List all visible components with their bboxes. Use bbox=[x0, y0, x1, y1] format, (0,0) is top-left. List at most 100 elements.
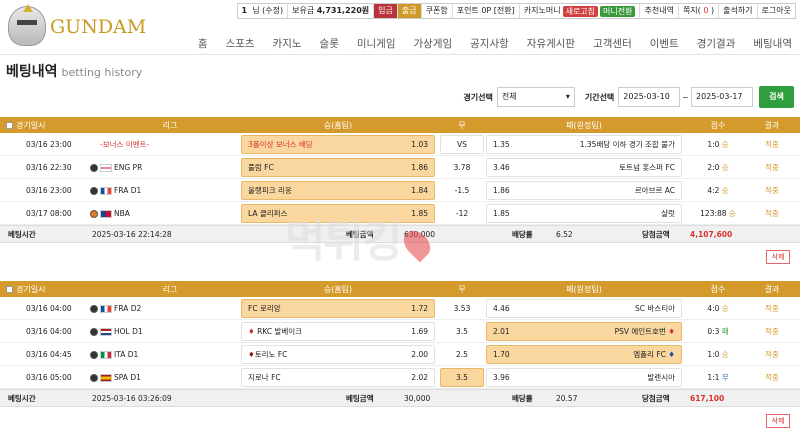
nav-results[interactable]: 경기결과 bbox=[697, 36, 736, 51]
money-convert-button[interactable]: 머니전환 bbox=[600, 5, 636, 17]
nav-casino[interactable]: 카지노 bbox=[273, 36, 302, 51]
soccer-ball-icon bbox=[90, 327, 98, 336]
slip-summary: 베팅시간 2025-03-16 03:26:09 베팅금액 30,000 배당률… bbox=[0, 389, 800, 407]
select-checkbox[interactable] bbox=[6, 121, 13, 129]
soccer-ball-icon bbox=[90, 373, 98, 382]
logout-link[interactable]: 로그아웃 bbox=[758, 4, 795, 18]
soccer-ball-icon bbox=[90, 186, 98, 195]
draw-pick[interactable]: 3.5 bbox=[440, 367, 484, 387]
france-flag-icon bbox=[100, 186, 112, 195]
spain-flag-icon bbox=[100, 373, 112, 382]
table-header: 경기일시 리그 승(홈팀) 무 패(원정팀) 점수 결과 bbox=[0, 281, 800, 297]
home-pick[interactable]: 3폴이상 보너스 배당 1.03 bbox=[241, 134, 435, 154]
away-pick[interactable]: 1.86 르아브르 AC bbox=[486, 180, 682, 200]
table-row: 03/16 05:00 SPA D1 지로나 FC 2.02 3.5 3.96 발렌… bbox=[0, 366, 800, 389]
nav-board[interactable]: 자유게시판 bbox=[527, 36, 575, 51]
home-pick[interactable]: ♦토리노 FC 2.00 bbox=[241, 344, 435, 364]
date-from-input[interactable]: 2025-03-10 bbox=[618, 87, 681, 107]
delete-button[interactable]: 삭제 bbox=[766, 250, 790, 264]
home-pick[interactable]: 풀럼 FC 1.86 bbox=[241, 157, 435, 177]
chevron-down-icon: ▾ bbox=[565, 92, 570, 101]
result-badge: 적중 bbox=[765, 208, 779, 218]
draw-pick[interactable]: 3.5 bbox=[440, 327, 484, 336]
home-pick[interactable]: 지로나 FC 2.02 bbox=[241, 367, 435, 387]
slip-summary: 베팅시간 2025-03-16 22:14:28 베팅금액 630,000 배당… bbox=[0, 225, 800, 243]
result-badge: 적중 bbox=[765, 162, 779, 172]
away-pick[interactable]: 1.85 샬럿 bbox=[486, 203, 682, 223]
notes-count: 0 bbox=[703, 6, 709, 15]
odds-rate: 20.57 bbox=[556, 393, 578, 403]
table-row: 03/17 08:00 NBA LA 클리퍼스 1.85 -12 1.85 샬럿 1… bbox=[0, 202, 800, 225]
home-pick[interactable]: LA 클리퍼스 1.85 bbox=[241, 203, 435, 223]
delete-button[interactable]: 삭제 bbox=[766, 414, 790, 428]
nav-virtual[interactable]: 가상게임 bbox=[414, 36, 453, 51]
draw-pick[interactable]: 3.53 bbox=[440, 304, 484, 313]
away-pick[interactable]: 3.46 토트넘 홋스퍼 FC bbox=[486, 157, 682, 177]
nav-bet-history[interactable]: 베팅내역 bbox=[753, 36, 792, 51]
gundam-helmet-icon bbox=[8, 6, 46, 46]
bet-amount: 30,000 bbox=[404, 393, 431, 403]
table-row: 03/16 23:00 -보너스 이벤트- 3폴이상 보너스 배당 1.03 VS… bbox=[0, 133, 800, 156]
casino-refresh-button[interactable]: 새로고침 bbox=[562, 5, 599, 17]
nav-support[interactable]: 고객센터 bbox=[593, 36, 632, 51]
deposit-button[interactable]: 입금 bbox=[374, 4, 398, 18]
draw-pick[interactable]: 2.5 bbox=[440, 350, 484, 359]
period-label: 기간선택 bbox=[584, 92, 615, 102]
nav-home[interactable]: 홈 bbox=[198, 36, 208, 51]
basketball-icon bbox=[90, 209, 98, 218]
table-row: 03/16 04:45 ITA D1 ♦토리노 FC 2.00 2.5 1.70 엠… bbox=[0, 343, 800, 366]
casino-money-label: 카지노머니 bbox=[523, 6, 561, 15]
nav-event[interactable]: 이벤트 bbox=[650, 36, 679, 51]
point-label: 포인트 bbox=[456, 6, 479, 15]
result-badge: 적중 bbox=[765, 372, 779, 382]
point-value[interactable]: 0P [전환] bbox=[481, 4, 514, 18]
away-pick[interactable]: 3.96 발렌시아 bbox=[486, 367, 682, 387]
away-pick[interactable]: 1.70 엠폴리 FC ♦ bbox=[486, 344, 682, 364]
attendance-link[interactable]: 출석하기 bbox=[719, 4, 758, 18]
italy-flag-icon bbox=[100, 350, 112, 359]
win-amount: 4,107,600 bbox=[690, 229, 733, 239]
draw-pick[interactable]: -1.5 bbox=[440, 186, 484, 195]
team-crest-icon: ♦ bbox=[668, 349, 675, 359]
home-pick[interactable]: FC 로리앙 1.72 bbox=[241, 298, 435, 318]
bet-amount: 630,000 bbox=[404, 229, 436, 239]
soccer-ball-icon bbox=[90, 304, 98, 313]
away-pick[interactable]: 4.46 SC 바스티아 bbox=[486, 298, 682, 318]
away-pick[interactable]: 1.35 1.35배당 이하 경기 조합 불가 bbox=[486, 134, 682, 154]
nav-notice[interactable]: 공지사항 bbox=[470, 36, 509, 51]
date-to-input[interactable]: 2025-03-17 bbox=[691, 87, 753, 107]
select-checkbox[interactable] bbox=[6, 285, 13, 293]
nav-sports[interactable]: 스포츠 bbox=[226, 36, 255, 51]
brand-name: GUNDAM bbox=[50, 16, 147, 38]
notes-link[interactable]: 쪽지( 0 ) bbox=[679, 4, 720, 18]
nav-slot[interactable]: 슬롯 bbox=[320, 36, 339, 51]
result-badge: 적중 bbox=[765, 349, 779, 359]
home-pick[interactable]: 올랭피크 리옹 1.84 bbox=[241, 180, 435, 200]
table-row: 03/16 22:30 ENG PR 풀럼 FC 1.86 3.78 3.46 토트… bbox=[0, 156, 800, 179]
balance-label: 보유금 bbox=[292, 6, 315, 15]
logo[interactable]: GUNDAM bbox=[4, 2, 154, 52]
team-crest-icon: ♦ bbox=[248, 349, 255, 359]
table-row: 03/16 23:00 FRA D1 올랭피크 리옹 1.84 -1.5 1.86… bbox=[0, 179, 800, 202]
bet-time: 2025-03-16 03:26:09 bbox=[92, 393, 172, 403]
page-subtitle: betting history bbox=[61, 66, 143, 79]
result-badge: 적중 bbox=[765, 303, 779, 313]
draw-pick[interactable]: -12 bbox=[440, 209, 484, 218]
recommend-link[interactable]: 추천내역 bbox=[640, 4, 679, 18]
user-level: 1 bbox=[241, 6, 248, 15]
draw-pick[interactable]: VS bbox=[440, 134, 484, 154]
bet-time: 2025-03-16 22:14:28 bbox=[92, 229, 172, 239]
result-badge: 적중 bbox=[765, 139, 779, 149]
search-button[interactable]: 검색 bbox=[759, 86, 794, 108]
table-row: 03/16 04:00 FRA D2 FC 로리앙 1.72 3.53 4.46 S… bbox=[0, 297, 800, 320]
team-crest-icon: ♦ bbox=[668, 326, 675, 336]
game-filter-label: 경기선택 bbox=[463, 92, 493, 102]
draw-pick[interactable]: 3.78 bbox=[440, 163, 484, 172]
game-select[interactable]: 전체 ▾ bbox=[496, 87, 575, 107]
away-pick[interactable]: 2.01 PSV 에인트호번 ♦ bbox=[486, 321, 682, 341]
home-pick[interactable]: ♦ RKC 발베이크 1.69 bbox=[241, 321, 435, 341]
withdraw-button[interactable]: 출금 bbox=[397, 4, 422, 18]
nav-minigame[interactable]: 미니게임 bbox=[357, 36, 396, 51]
user-name[interactable]: 님 (수정) bbox=[252, 4, 283, 18]
coupon-button[interactable]: 쿠폰함 bbox=[422, 4, 453, 18]
